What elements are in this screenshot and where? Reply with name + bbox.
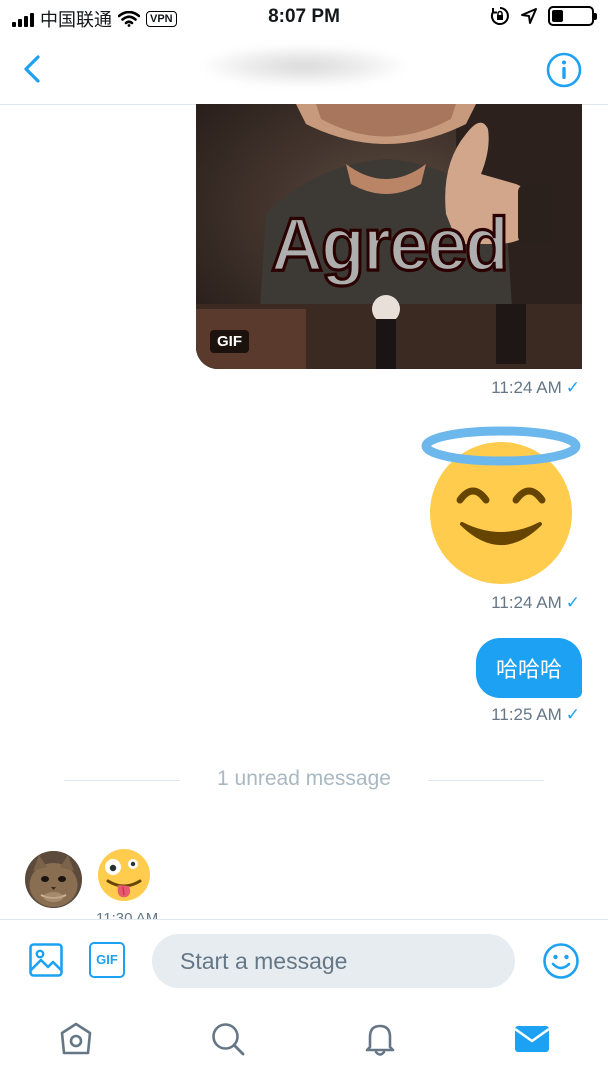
home-icon[interactable]	[57, 1020, 95, 1058]
conversation-title[interactable]	[204, 46, 404, 86]
text-message-bubble[interactable]: 哈哈哈	[475, 638, 582, 698]
sender-avatar[interactable]	[25, 851, 82, 908]
message-timestamp: 11:25 AM ✓	[491, 705, 580, 725]
sent-check-icon: ✓	[565, 378, 580, 397]
tab-bar	[0, 1002, 608, 1080]
bell-icon[interactable]	[361, 1020, 399, 1058]
gif-button[interactable]: GIF	[89, 942, 125, 978]
smiling-face-with-halo-emoji[interactable]	[420, 422, 582, 584]
info-icon[interactable]	[546, 52, 582, 88]
battery-level	[552, 10, 563, 22]
mail-icon[interactable]	[512, 1020, 552, 1058]
sent-check-icon: ✓	[565, 705, 580, 724]
location-icon	[521, 8, 537, 24]
timestamp-text: 11:25 AM	[491, 705, 562, 724]
image-icon[interactable]	[28, 942, 64, 978]
gif-message[interactable]: Agreed GIF	[196, 104, 582, 369]
gif-caption: Agreed	[269, 201, 510, 288]
message-composer: GIF	[0, 919, 608, 1003]
search-icon[interactable]	[209, 1020, 247, 1058]
message-input[interactable]	[152, 934, 515, 988]
conversation-header	[0, 34, 608, 105]
timestamp-text: 11:24 AM	[491, 593, 562, 612]
message-timestamp: 11:24 AM ✓	[491, 593, 580, 613]
battery-icon	[548, 6, 597, 26]
chevron-left-icon[interactable]	[18, 52, 48, 86]
orientation-lock-icon	[490, 7, 509, 25]
gif-badge: GIF	[210, 330, 249, 353]
status-right	[490, 6, 597, 26]
emoji-picker-icon[interactable]	[542, 942, 580, 980]
unread-divider-label: 1 unread message	[217, 767, 391, 790]
timestamp-text: 11:24 AM	[491, 378, 562, 397]
status-bar: 中国联通 VPN 8:07 PM	[0, 0, 608, 34]
zany-face-emoji[interactable]	[96, 847, 152, 903]
sent-check-icon: ✓	[565, 593, 580, 612]
message-timestamp: 11:24 AM ✓	[491, 378, 580, 398]
